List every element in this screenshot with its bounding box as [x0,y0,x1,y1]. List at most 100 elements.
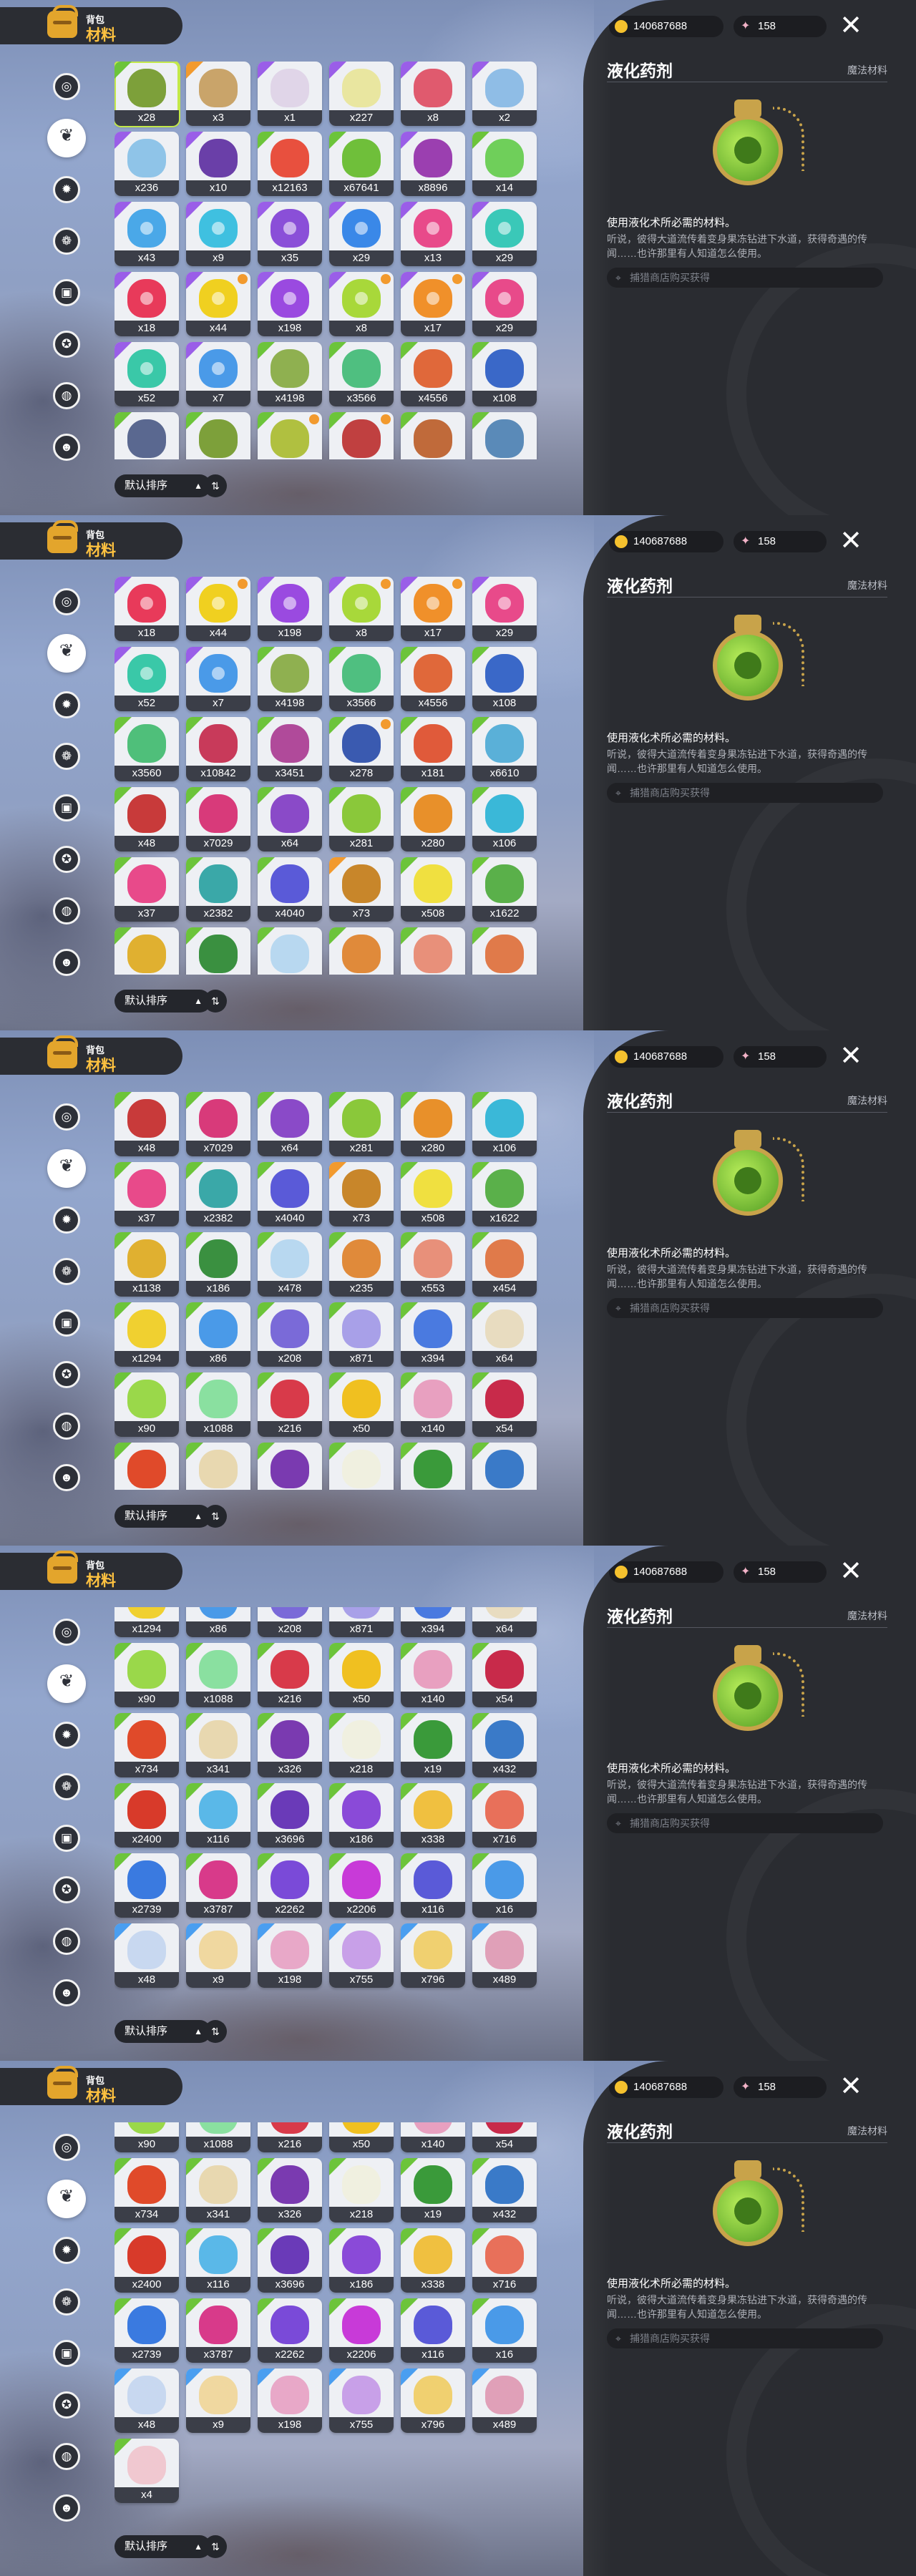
item-slot[interactable]: x29 [472,577,537,641]
item-slot[interactable]: x394 [401,1607,465,1637]
item-slot[interactable]: x1622 [472,1162,537,1226]
category-tab[interactable]: ◍ [46,1405,87,1447]
item-slot[interactable]: x2400 [114,1783,179,1848]
close-icon[interactable]: ✕ [835,525,867,557]
category-tab[interactable]: ✪ [46,323,87,365]
item-slot[interactable]: x48 [114,2368,179,2433]
item-slot[interactable]: x52 [114,647,179,711]
item-slot[interactable] [114,927,179,975]
item-slot[interactable]: x1088 [186,2122,250,2152]
item-slot[interactable]: x2382 [186,1162,250,1226]
category-tab[interactable]: ☻ [46,426,87,468]
category-tab[interactable]: ✪ [46,1354,87,1395]
category-tab[interactable]: ❁ [46,1251,87,1292]
leaf-icon[interactable]: ❦ [47,634,86,673]
item-slot[interactable]: x432 [472,1443,537,1490]
item-slot[interactable]: x3787 [186,2298,250,2363]
acorn-icon[interactable]: ◍ [53,897,80,924]
item-slot[interactable]: x8 [329,577,394,641]
category-tab[interactable]: ✹ [46,169,87,210]
bag-icon[interactable]: ▣ [53,794,80,821]
item-slot[interactable]: x116 [401,1853,465,1918]
item-slot[interactable]: x108 [472,342,537,406]
acorn-icon[interactable]: ◍ [53,1928,80,1955]
item-grid[interactable]: x48 x7029 x64 x281 x280 x106 x37 x2382 x4040 x73 x… [114,1092,544,1490]
item-slot[interactable]: x54 [472,1643,537,1707]
category-tab[interactable]: ▣ [46,787,87,829]
item-slot[interactable]: x208 [258,1607,322,1637]
item-slot[interactable] [401,927,465,975]
category-tab[interactable]: ❦ [46,1148,87,1189]
item-slot[interactable]: x4040 [258,857,322,922]
sort-dropdown[interactable]: 默认排序 [114,990,211,1013]
item-slot[interactable]: x7 [186,647,250,711]
item-slot[interactable]: x326 [258,1713,322,1777]
item-slot[interactable]: x186 [186,1232,250,1297]
item-slot[interactable]: x235 [329,1232,394,1297]
category-tab[interactable]: ❦ [46,1663,87,1704]
item-slot[interactable]: x52 [114,342,179,406]
item-slot[interactable]: x508 [401,1162,465,1226]
item-slot[interactable]: x2262 [258,1853,322,1918]
item-slot[interactable]: x478 [258,1232,322,1297]
item-slot[interactable]: x73 [329,1162,394,1226]
category-tab[interactable]: ❁ [46,1766,87,1807]
category-tab[interactable]: ▣ [46,1818,87,1859]
category-tab[interactable]: ❦ [46,2178,87,2220]
item-slot[interactable] [186,927,250,975]
item-slot[interactable]: x1088 [186,1643,250,1707]
item-slot[interactable]: x1622 [472,857,537,922]
category-tab[interactable]: ✹ [46,1199,87,1241]
flower-icon[interactable]: ❁ [53,743,80,770]
item-slot[interactable]: x871 [329,1607,394,1637]
item-slot[interactable]: x90 [114,2122,179,2152]
item-slot[interactable]: x216 [258,1643,322,1707]
item-slot[interactable]: x216 [258,2122,322,2152]
star-icon[interactable]: ✪ [53,1876,80,1903]
category-tab[interactable]: ◍ [46,1921,87,1962]
sort-dropdown[interactable]: 默认排序 [114,474,211,497]
item-slot[interactable]: x198 [258,1923,322,1988]
category-tab[interactable]: ☻ [46,1972,87,2014]
item-slot[interactable]: x8 [401,62,465,126]
flower-icon[interactable]: ❁ [53,1258,80,1285]
category-tab[interactable]: ◍ [46,890,87,932]
item-slot[interactable]: x16 [472,2298,537,2363]
leaf-icon[interactable]: ❦ [47,1664,86,1703]
item-slot[interactable]: x198 [258,2368,322,2433]
item-slot[interactable]: x716 [472,2228,537,2293]
item-slot[interactable]: x755 [329,1923,394,1988]
item-grid[interactable]: x28 x3 x1 x227 x8 x2 x236 x10 x12163 x67641 x8896 x… [114,62,544,459]
item-slot[interactable]: x67641 [329,132,394,196]
item-slot[interactable]: x1294 [114,1302,179,1367]
item-slot[interactable]: x4 [114,2439,179,2503]
category-tab[interactable]: ❦ [46,117,87,159]
leaf-icon[interactable]: ❦ [47,119,86,157]
gear-icon[interactable]: ✹ [53,691,80,718]
item-slot[interactable]: x37 [114,857,179,922]
flower-icon[interactable]: ❁ [53,228,80,255]
item-slot[interactable]: x19 [401,1713,465,1777]
sort-dropdown[interactable]: 默认排序 [114,1505,211,1528]
bag-icon[interactable]: ▣ [53,1825,80,1852]
category-tab[interactable]: ☻ [46,1457,87,1498]
item-slot[interactable]: x3787 [186,1853,250,1918]
star-icon[interactable]: ✪ [53,331,80,358]
category-tab[interactable]: ◎ [46,66,87,107]
category-tab[interactable]: ◎ [46,2127,87,2168]
item-slot[interactable]: x454 [472,1232,537,1297]
category-tab[interactable]: ✹ [46,684,87,726]
item-slot[interactable]: x3560 [114,717,179,781]
item-slot[interactable]: x140 [401,1372,465,1437]
sort-toggle-icon[interactable]: ⇅ [204,474,227,497]
item-slot[interactable]: x14 [472,132,537,196]
acorn-icon[interactable]: ◍ [53,382,80,409]
item-slot[interactable]: x236 [114,132,179,196]
item-slot[interactable]: x341 [186,1443,250,1490]
item-slot[interactable]: x7029 [186,787,250,852]
sort-dropdown[interactable]: 默认排序 [114,2020,211,2043]
category-tab[interactable]: ◍ [46,2436,87,2477]
category-tab[interactable]: ◍ [46,375,87,416]
item-slot[interactable]: x216 [258,1372,322,1437]
item-slot[interactable]: x19 [401,2158,465,2223]
